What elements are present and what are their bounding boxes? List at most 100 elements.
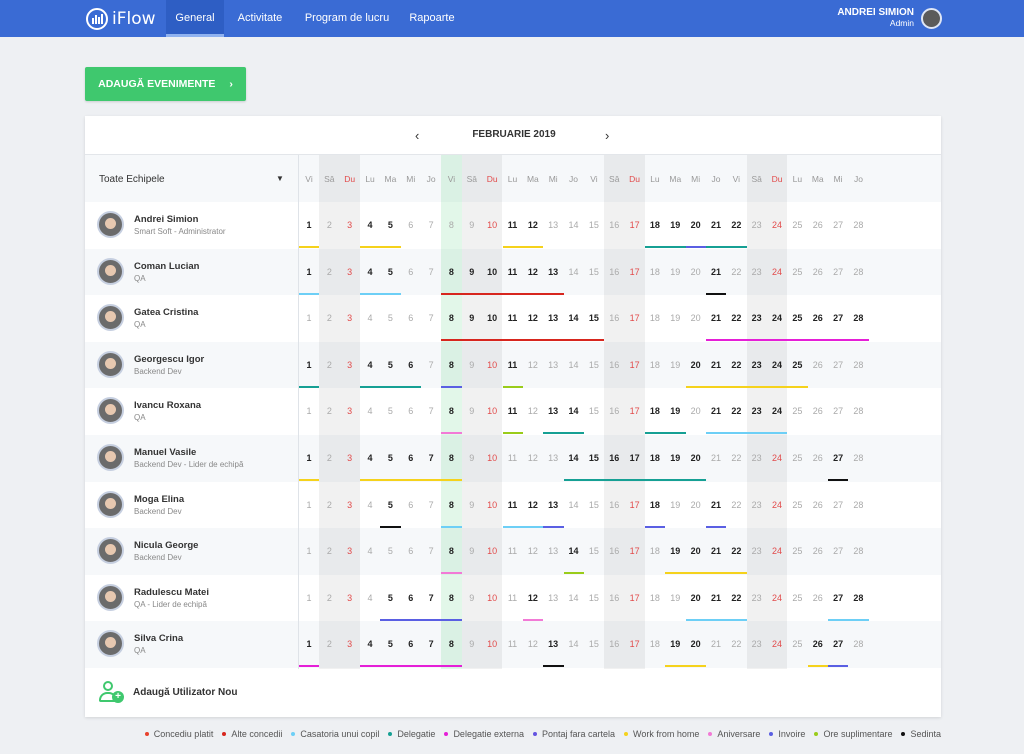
day-cell[interactable]: 15: [584, 500, 604, 510]
day-cell[interactable]: 1: [299, 267, 319, 277]
day-cell[interactable]: 10: [482, 593, 502, 603]
day-cell[interactable]: 11: [503, 267, 523, 277]
day-cell[interactable]: 6: [401, 267, 421, 277]
event-bar[interactable]: [685, 385, 808, 388]
user-avatar[interactable]: [97, 304, 124, 332]
event-bar[interactable]: [706, 292, 727, 295]
day-cell[interactable]: 18: [645, 267, 665, 277]
day-cell[interactable]: 1: [299, 220, 319, 230]
day-cell[interactable]: 27: [828, 500, 848, 510]
event-bar[interactable]: [522, 618, 544, 621]
day-cell[interactable]: 14: [564, 360, 584, 370]
day-cell[interactable]: 19: [665, 313, 685, 323]
day-cell[interactable]: 1: [299, 406, 319, 416]
day-cell[interactable]: 8: [441, 220, 461, 230]
day-cell[interactable]: 25: [787, 500, 807, 510]
day-cell[interactable]: 4: [360, 453, 380, 463]
event-bar[interactable]: [543, 525, 564, 528]
nav-tab-activitate[interactable]: Activitate: [231, 0, 289, 37]
day-cell[interactable]: 4: [360, 593, 380, 603]
day-cell[interactable]: 20: [686, 639, 706, 649]
day-cell[interactable]: 4: [360, 406, 380, 416]
day-cell[interactable]: 27: [828, 406, 848, 416]
day-cell[interactable]: 7: [421, 593, 441, 603]
day-cell[interactable]: 20: [686, 500, 706, 510]
day-cell[interactable]: 20: [686, 593, 706, 603]
day-cell[interactable]: 3: [340, 267, 360, 277]
day-cell[interactable]: 10: [482, 360, 502, 370]
day-cell[interactable]: 13: [543, 593, 563, 603]
day-cell[interactable]: 24: [767, 639, 787, 649]
event-bar[interactable]: [360, 292, 401, 295]
day-cell[interactable]: 25: [787, 639, 807, 649]
day-cell[interactable]: 28: [848, 593, 868, 603]
day-cell[interactable]: 28: [848, 360, 868, 370]
day-cell[interactable]: 14: [564, 267, 584, 277]
day-cell[interactable]: 10: [482, 453, 502, 463]
event-bar[interactable]: [563, 479, 706, 481]
day-cell[interactable]: 14: [564, 453, 584, 463]
day-cell[interactable]: 18: [645, 453, 665, 463]
day-cell[interactable]: 3: [340, 406, 360, 416]
day-cell[interactable]: 26: [808, 360, 828, 370]
day-cell[interactable]: 26: [808, 406, 828, 416]
day-cell[interactable]: 24: [767, 406, 787, 416]
day-cell[interactable]: 15: [584, 453, 604, 463]
day-cell[interactable]: 7: [421, 267, 441, 277]
day-cell[interactable]: 23: [747, 546, 767, 556]
day-cell[interactable]: 3: [340, 593, 360, 603]
day-cell[interactable]: 22: [726, 639, 746, 649]
day-cell[interactable]: 26: [808, 267, 828, 277]
day-cell[interactable]: 10: [482, 639, 502, 649]
day-cell[interactable]: 27: [828, 593, 848, 603]
day-cell[interactable]: 4: [360, 360, 380, 370]
user-name[interactable]: Silva Crina: [134, 633, 183, 644]
day-cell[interactable]: 4: [360, 220, 380, 230]
day-cell[interactable]: 18: [645, 406, 665, 416]
day-cell[interactable]: 16: [604, 267, 624, 277]
event-bar[interactable]: [644, 525, 666, 528]
day-cell[interactable]: 6: [401, 546, 421, 556]
user-name[interactable]: Ivancu Roxana: [134, 400, 201, 411]
user-name[interactable]: Radulescu Matei: [134, 587, 209, 598]
day-cell[interactable]: 11: [503, 360, 523, 370]
day-cell[interactable]: 22: [726, 453, 746, 463]
user-avatar[interactable]: [97, 537, 124, 565]
day-cell[interactable]: 22: [726, 500, 746, 510]
day-cell[interactable]: 27: [828, 546, 848, 556]
day-cell[interactable]: 18: [645, 313, 665, 323]
event-bar[interactable]: [299, 665, 320, 668]
day-cell[interactable]: 1: [299, 500, 319, 510]
event-bar[interactable]: [543, 432, 584, 435]
day-cell[interactable]: 1: [299, 360, 319, 370]
day-cell[interactable]: 19: [665, 639, 685, 649]
day-cell[interactable]: 9: [462, 546, 482, 556]
day-cell[interactable]: 24: [767, 546, 787, 556]
day-cell[interactable]: 9: [462, 220, 482, 230]
day-cell[interactable]: 26: [808, 639, 828, 649]
day-cell[interactable]: 9: [462, 500, 482, 510]
day-cell[interactable]: 3: [340, 500, 360, 510]
event-bar[interactable]: [360, 665, 462, 668]
day-cell[interactable]: 5: [380, 593, 400, 603]
event-bar[interactable]: [441, 385, 462, 388]
day-cell[interactable]: 3: [340, 313, 360, 323]
day-cell[interactable]: 1: [299, 546, 319, 556]
user-name[interactable]: Coman Lucian: [134, 261, 199, 272]
day-cell[interactable]: 9: [462, 406, 482, 416]
day-cell[interactable]: 24: [767, 593, 787, 603]
day-cell[interactable]: 3: [340, 639, 360, 649]
day-cell[interactable]: 24: [767, 453, 787, 463]
day-cell[interactable]: 23: [747, 593, 767, 603]
event-bar[interactable]: [502, 525, 544, 528]
user-name[interactable]: Gatea Cristina: [134, 307, 198, 318]
day-cell[interactable]: 20: [686, 546, 706, 556]
day-cell[interactable]: 22: [726, 267, 746, 277]
day-cell[interactable]: 16: [604, 313, 624, 323]
day-cell[interactable]: 21: [706, 220, 726, 230]
day-cell[interactable]: 8: [441, 500, 461, 510]
day-cell[interactable]: 16: [604, 453, 624, 463]
day-cell[interactable]: 15: [584, 313, 604, 323]
day-cell[interactable]: 20: [686, 453, 706, 463]
day-cell[interactable]: 4: [360, 313, 380, 323]
